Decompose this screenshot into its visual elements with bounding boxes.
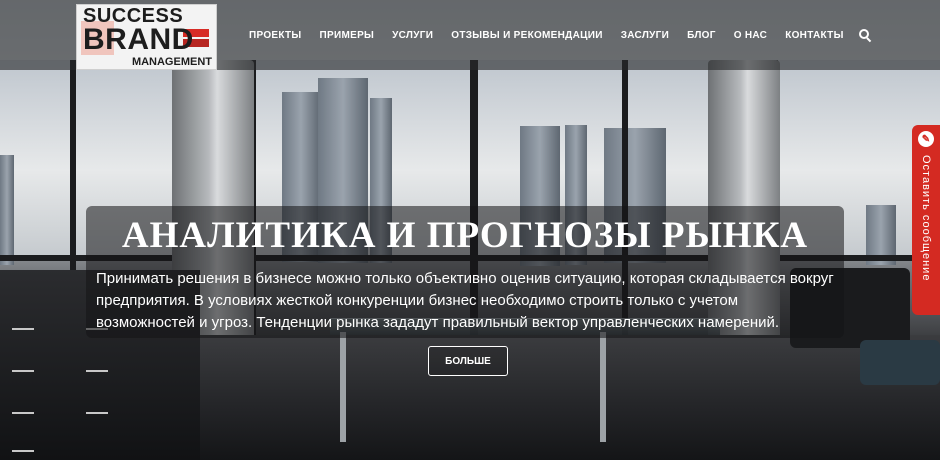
- leave-message-tab[interactable]: ✎ Оставить сообщение: [912, 125, 940, 315]
- search-icon[interactable]: [858, 29, 871, 43]
- main-nav: ПРОЕКТЫ ПРИМЕРЫ УСЛУГИ ОТЗЫВЫ И РЕКОМЕНД…: [240, 26, 871, 44]
- brand-logo[interactable]: SUCCESS BRAND MANAGEMENT: [76, 4, 217, 70]
- hero-description: Принимать решения в бизнесе можно только…: [96, 270, 834, 331]
- page: SUCCESS BRAND MANAGEMENT ПРОЕКТЫ ПРИМЕРЫ…: [0, 0, 940, 460]
- nav-item-merits[interactable]: ЗАСЛУГИ: [621, 30, 669, 41]
- nav-item-contacts[interactable]: КОНТАКТЫ: [785, 30, 843, 41]
- hero-title: АНАЛИТИКА И ПРОГНОЗЫ РЫНКА: [121, 215, 809, 256]
- leave-message-label: Оставить сообщение: [920, 155, 932, 282]
- nav-item-reviews[interactable]: ОТЗЫВЫ И РЕКОМЕНДАЦИИ: [451, 30, 602, 41]
- nav-item-examples[interactable]: ПРИМЕРЫ: [320, 30, 375, 41]
- nav-item-projects[interactable]: ПРОЕКТЫ: [249, 30, 302, 41]
- nav-item-services[interactable]: УСЛУГИ: [392, 30, 433, 41]
- logo-text-management: MANAGEMENT: [131, 56, 212, 68]
- message-icon: ✎: [918, 131, 934, 147]
- site-header: SUCCESS BRAND MANAGEMENT ПРОЕКТЫ ПРИМЕРЫ…: [0, 0, 940, 70]
- nav-item-blog[interactable]: БЛОГ: [687, 30, 716, 41]
- logo-text-brand: BRAND: [83, 23, 194, 56]
- more-button[interactable]: БОЛЬШЕ: [428, 346, 508, 376]
- nav-item-about[interactable]: О НАС: [734, 30, 767, 41]
